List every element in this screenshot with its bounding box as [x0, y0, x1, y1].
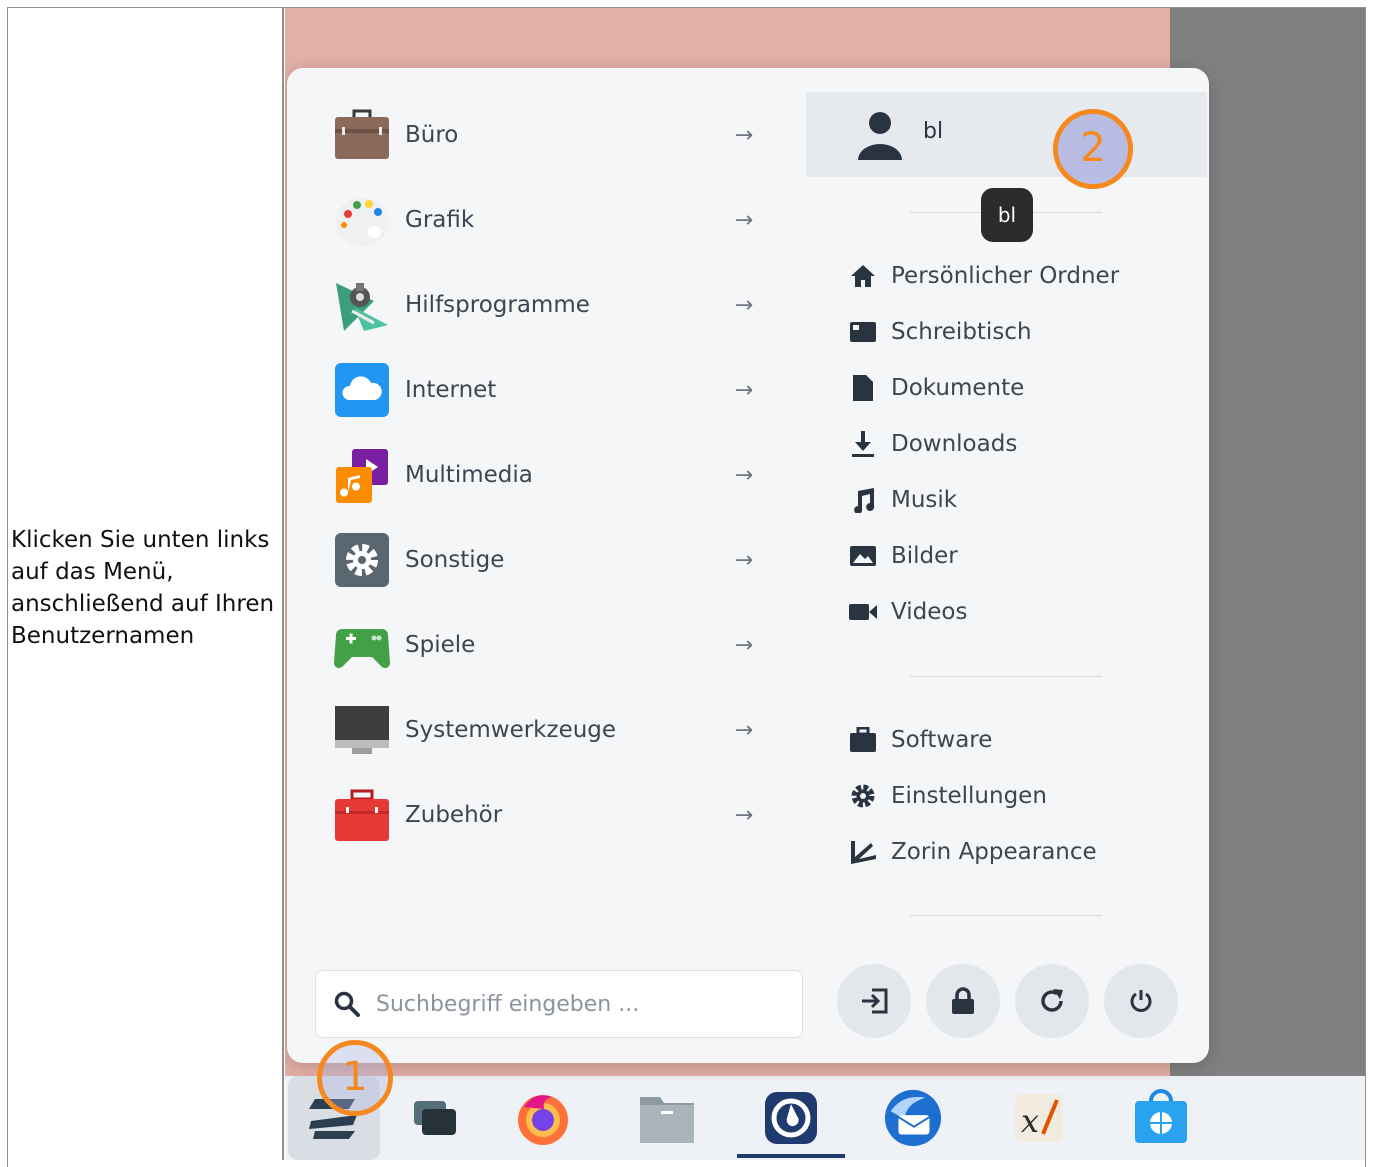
place-downloads[interactable]: Downloads: [848, 426, 1017, 462]
category-multimedia[interactable]: Multimedia →: [334, 445, 759, 505]
place-desktop[interactable]: Schreibtisch: [848, 314, 1032, 350]
system-software[interactable]: Software: [848, 722, 992, 758]
category-sonstige[interactable]: Sonstige →: [334, 530, 759, 590]
arrow-right-icon: →: [734, 207, 754, 233]
restart-button[interactable]: [1015, 964, 1089, 1038]
image-icon: [848, 541, 878, 571]
search-icon: [334, 991, 360, 1017]
user-avatar-icon: [855, 110, 905, 160]
thunderbird-icon[interactable]: [883, 1088, 943, 1148]
system-label: Zorin Appearance: [891, 839, 1097, 865]
table-divider: [282, 7, 284, 1160]
place-label: Downloads: [891, 431, 1018, 457]
arrow-right-icon: →: [734, 377, 754, 403]
category-spiele[interactable]: Spiele →: [334, 615, 759, 675]
place-label: Dokumente: [891, 375, 1025, 401]
category-systemwerkzeuge[interactable]: Systemwerkzeuge →: [334, 700, 759, 760]
logout-icon: [860, 988, 888, 1014]
system-label: Software: [891, 727, 993, 753]
arrow-right-icon: →: [734, 122, 754, 148]
category-zubehoer[interactable]: Zubehör →: [334, 785, 759, 845]
system-settings[interactable]: Einstellungen: [848, 778, 1047, 814]
briefcase-icon: [334, 107, 390, 163]
desktop-icon: [848, 317, 878, 347]
category-label: Hilfsprogramme: [405, 292, 590, 318]
workspaces-icon[interactable]: [405, 1088, 465, 1148]
power-button[interactable]: [1104, 964, 1178, 1038]
place-label: Schreibtisch: [891, 319, 1032, 345]
multimedia-icon: [334, 447, 390, 503]
step-marker-1: 1: [317, 1040, 393, 1116]
start-menu: Büro → Grafik → Hilfsprogramme → Interne…: [287, 68, 1209, 1063]
active-app-indicator: [737, 1154, 845, 1158]
logout-button[interactable]: [837, 964, 911, 1038]
category-hilfsprogramme[interactable]: Hilfsprogramme →: [334, 275, 759, 335]
screenshot: Büro → Grafik → Hilfsprogramme → Interne…: [285, 8, 1365, 1160]
search-box: [315, 970, 803, 1038]
place-label: Videos: [891, 599, 968, 625]
place-documents[interactable]: Dokumente: [848, 370, 1024, 406]
music-icon: [848, 485, 878, 515]
download-icon: [848, 429, 878, 459]
place-label: Bilder: [891, 543, 958, 569]
arrow-right-icon: →: [734, 802, 754, 828]
place-label: Persönlicher Ordner: [891, 263, 1120, 289]
appearance-icon: [848, 837, 878, 867]
category-label: Sonstige: [405, 547, 505, 573]
arrow-right-icon: →: [734, 292, 754, 318]
lock-icon: [951, 987, 975, 1015]
place-videos[interactable]: Videos: [848, 594, 967, 630]
place-music[interactable]: Musik: [848, 482, 957, 518]
mattermost-icon[interactable]: [761, 1088, 821, 1148]
arrow-right-icon: →: [734, 717, 754, 743]
restart-icon: [1038, 987, 1066, 1015]
category-internet[interactable]: Internet →: [334, 360, 759, 420]
software-icon: [848, 725, 878, 755]
gear-icon: [334, 532, 390, 588]
arrow-right-icon: →: [734, 632, 754, 658]
category-label: Zubehör: [405, 802, 503, 828]
files-icon[interactable]: [637, 1088, 697, 1148]
place-pictures[interactable]: Bilder: [848, 538, 958, 574]
user-tooltip: bl: [981, 188, 1033, 242]
user-name: bl: [923, 119, 944, 144]
svg-text:x: x: [1021, 1102, 1039, 1140]
category-label: Spiele: [405, 632, 476, 658]
gamepad-icon: [334, 617, 390, 673]
category-grafik[interactable]: Grafik →: [334, 190, 759, 250]
category-label: Büro: [405, 122, 459, 148]
palette-icon: [334, 192, 390, 248]
video-icon: [848, 597, 878, 627]
lock-button[interactable]: [926, 964, 1000, 1038]
category-label: Internet: [405, 377, 497, 403]
search-input[interactable]: [374, 990, 778, 1018]
arrow-right-icon: →: [734, 462, 754, 488]
separator: [910, 676, 1102, 677]
place-label: Musik: [891, 487, 958, 513]
toolbox-icon: [334, 787, 390, 843]
category-label: Grafik: [405, 207, 475, 233]
power-icon: [1128, 988, 1154, 1014]
category-label: Systemwerkzeuge: [405, 717, 617, 743]
separator: [910, 212, 985, 213]
cloud-icon: [334, 362, 390, 418]
separator: [910, 915, 1102, 916]
system-label: Einstellungen: [891, 783, 1047, 809]
category-label: Multimedia: [405, 462, 533, 488]
home-icon: [848, 261, 878, 291]
utilities-icon: [334, 277, 390, 333]
category-buero[interactable]: Büro →: [334, 105, 759, 165]
monitor-icon: [334, 702, 390, 758]
step-marker-2: 2: [1053, 109, 1133, 189]
separator: [1033, 212, 1102, 213]
place-home[interactable]: Persönlicher Ordner: [848, 258, 1119, 294]
system-appearance[interactable]: Zorin Appearance: [848, 834, 1097, 870]
document-icon: [848, 373, 878, 403]
xournal-icon[interactable]: x: [1009, 1088, 1069, 1148]
software-store-icon[interactable]: [1131, 1088, 1191, 1148]
arrow-right-icon: →: [734, 547, 754, 573]
firefox-icon[interactable]: [513, 1088, 573, 1148]
settings-icon: [848, 781, 878, 811]
instruction-text: Klicken Sie unten links auf das Menü, an…: [11, 527, 275, 649]
